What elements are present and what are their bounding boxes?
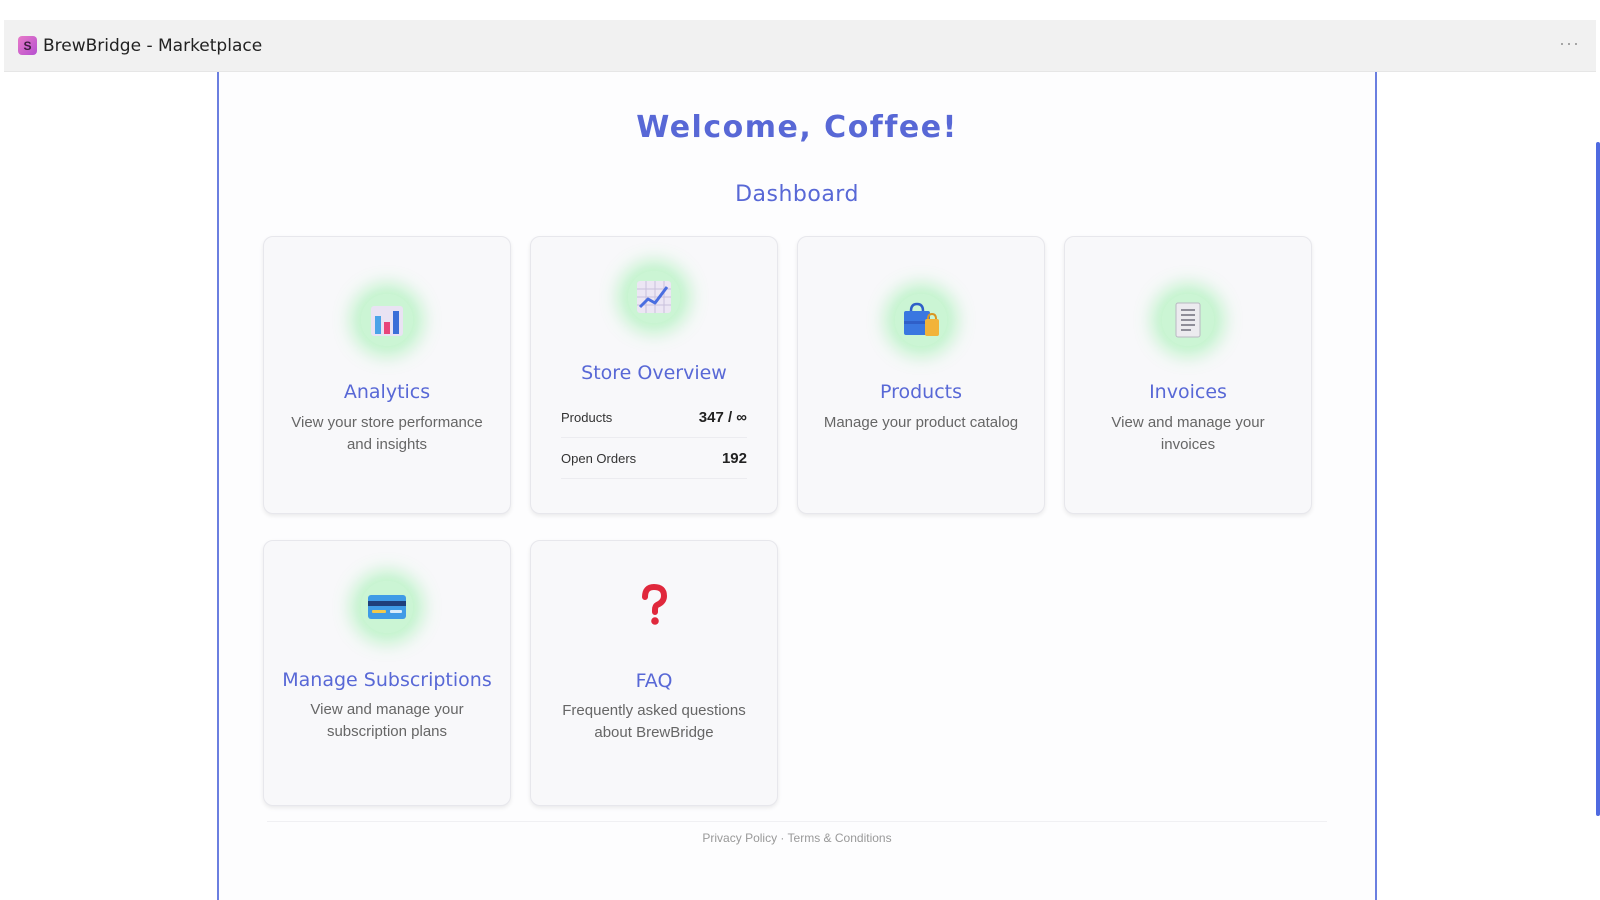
faq-description: Frequently asked questions about BrewBri… [562,702,746,741]
analytics-description: View your store performance and insights [291,414,483,453]
stat-value: 347 / ∞ [698,408,747,426]
window-title: BrewBridge - Marketplace [43,35,263,56]
store-overview-card[interactable]: Store Overview Products 347 / ∞ Open Ord… [530,236,778,514]
main-content: Welcome, Coffee! Dashboard Analytics Vie… [217,72,1377,900]
stat-label: Products [561,409,613,425]
page-scrollbar[interactable] [1596,142,1600,816]
receipt-icon [1162,294,1214,346]
faq-title: FAQ [635,670,673,692]
stat-row-open-orders: Open Orders 192 [561,438,747,479]
manage-subscriptions-card[interactable]: Manage Subscriptions View and manage you… [263,540,511,806]
stat-row-products: Products 347 / ∞ [561,397,747,438]
subscriptions-title: Manage Subscriptions [282,669,492,691]
footer: Privacy Policy · Terms & Conditions [219,831,1375,845]
analytics-card[interactable]: Analytics View your store performance an… [263,236,511,514]
shopping-bags-icon [895,294,947,346]
footer-divider [267,821,1327,822]
welcome-heading: Welcome, Coffee! [636,110,958,145]
privacy-policy-link[interactable]: Privacy Policy [702,831,777,845]
products-title: Products [879,381,963,403]
store-overview-title: Store Overview [581,362,727,384]
app-logo-icon: S [18,36,37,55]
store-stats: Products 347 / ∞ Open Orders 192 [561,397,747,479]
stat-value: 192 [721,449,747,467]
window-titlebar: S BrewBridge - Marketplace ··· [4,20,1596,72]
terms-conditions-link[interactable]: Terms & Conditions [788,831,892,845]
question-mark-icon [628,579,680,631]
invoices-card[interactable]: Invoices View and manage your invoices [1064,236,1312,514]
line-chart-icon [628,271,680,323]
invoices-title: Invoices [1149,381,1227,403]
analytics-title: Analytics [343,381,431,403]
subscriptions-description: View and manage your subscription plans [310,701,464,740]
invoices-description: View and manage your invoices [1111,414,1265,453]
credit-card-icon [361,581,413,633]
products-card[interactable]: Products Manage your product catalog [797,236,1045,514]
footer-separator: · [780,831,785,845]
dashboard-title: Dashboard [735,182,859,207]
stat-label: Open Orders [561,450,637,466]
more-options-button[interactable]: ··· [1559,34,1580,52]
faq-card[interactable]: FAQ Frequently asked questions about Bre… [530,540,778,806]
bar-chart-icon [361,294,413,346]
products-description: Manage your product catalog [823,414,1019,431]
